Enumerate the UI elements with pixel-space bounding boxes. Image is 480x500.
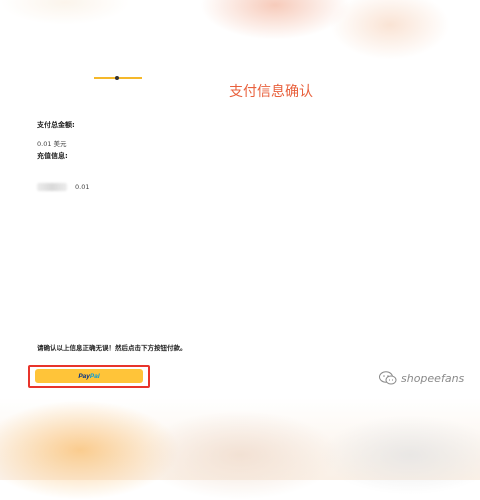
background-blur <box>0 0 130 25</box>
total-amount-label: 支付总金额: <box>37 121 75 129</box>
wechat-icon <box>379 371 397 385</box>
background-blur <box>200 0 350 40</box>
recharge-info-label: 充值信息: <box>37 152 68 160</box>
background-blur <box>320 415 480 495</box>
confirm-notice: 请确认以上信息正确无误！然后点击下方按钮付款。 <box>37 344 187 352</box>
watermark-text: shopeefans <box>401 371 465 385</box>
watermark: shopeefans <box>378 370 464 386</box>
page-title: 支付信息确认 <box>229 84 313 100</box>
background-blur <box>330 0 450 60</box>
recharge-item-name-blurred <box>37 183 67 191</box>
paypal-logo-text: Pay <box>78 372 90 380</box>
recharge-amount-value: 0.01 <box>75 183 90 191</box>
paypal-logo-text: Pal <box>89 372 100 380</box>
background-blur <box>140 410 340 500</box>
paypal-button[interactable]: Pay Pal <box>35 369 143 383</box>
total-amount-value: 0.01 美元 <box>37 140 67 148</box>
header-logo-dot <box>115 76 119 80</box>
